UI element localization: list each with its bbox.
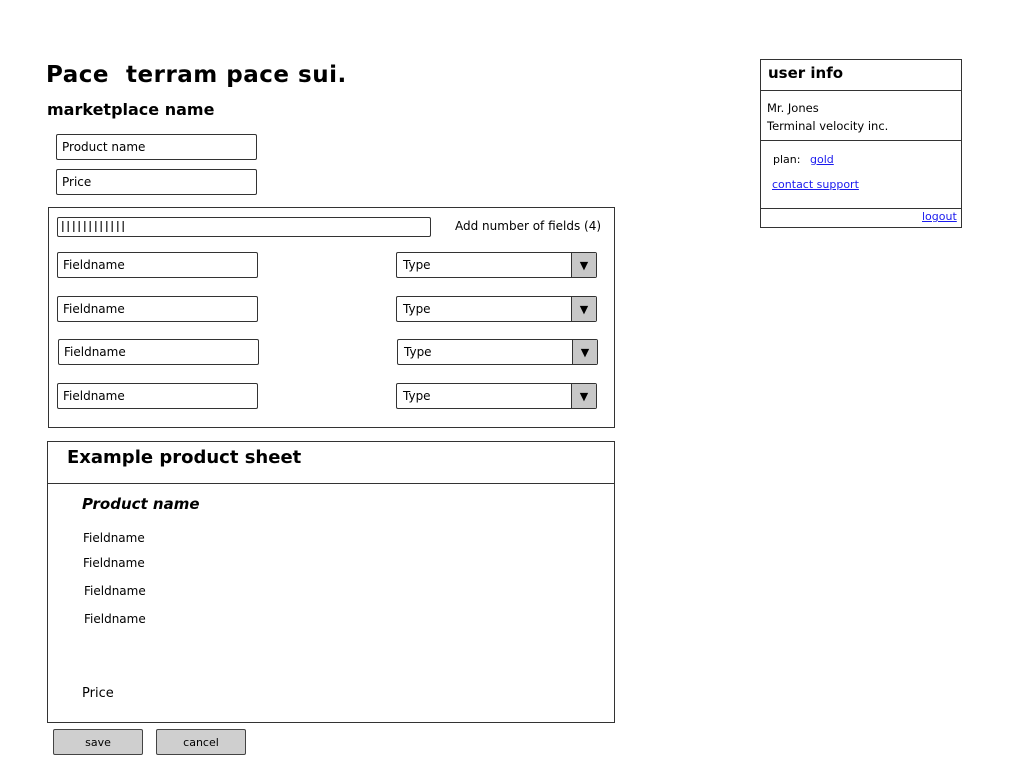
sheet-field: Fieldname	[83, 531, 145, 545]
save-button[interactable]: save	[53, 729, 143, 755]
cancel-button[interactable]: cancel	[156, 729, 246, 755]
price-placeholder: Price	[62, 175, 92, 189]
sheet-field: Fieldname	[83, 556, 145, 570]
fieldname-input-1[interactable]: Fieldname	[57, 252, 258, 278]
user-company: Terminal velocity inc.	[767, 119, 889, 133]
product-sheet-title: Example product sheet	[67, 447, 302, 468]
fieldname-input-3[interactable]: Fieldname	[58, 339, 259, 365]
add-fields-label: Add number of fields (4)	[455, 219, 602, 233]
triangle-down-icon[interactable]: ▼	[571, 384, 596, 408]
type-select-2[interactable]: Type ▼	[396, 296, 597, 322]
triangle-down-icon[interactable]: ▼	[572, 340, 597, 364]
triangle-down-icon[interactable]: ▼	[571, 297, 596, 321]
type-select-3[interactable]: Type ▼	[397, 339, 598, 365]
user-plan-section	[760, 140, 962, 209]
user-name: Mr. Jones	[767, 101, 819, 115]
field-count-slider[interactable]	[57, 217, 431, 237]
type-value: Type	[403, 389, 431, 403]
user-info-title: user info	[768, 64, 844, 82]
logout-link[interactable]: logout	[922, 210, 957, 223]
plan-gold-link[interactable]: gold	[810, 153, 834, 166]
type-select-4[interactable]: Type ▼	[396, 383, 597, 409]
fieldname-input-2[interactable]: Fieldname	[57, 296, 258, 322]
contact-support-link[interactable]: contact support	[772, 178, 859, 191]
sheet-price: Price	[82, 686, 114, 701]
marketplace-name: marketplace name	[47, 100, 215, 119]
fieldname-input-4[interactable]: Fieldname	[57, 383, 258, 409]
sheet-field: Fieldname	[84, 612, 146, 626]
fieldname-placeholder: Fieldname	[63, 258, 125, 272]
triangle-down-icon[interactable]: ▼	[571, 253, 596, 277]
page-title: Pace terram pace sui.	[46, 62, 347, 88]
type-value: Type	[403, 302, 431, 316]
type-value: Type	[403, 258, 431, 272]
type-value: Type	[404, 345, 432, 359]
fieldname-placeholder: Fieldname	[63, 302, 125, 316]
fieldname-placeholder: Fieldname	[63, 389, 125, 403]
product-name-placeholder: Product name	[62, 140, 146, 154]
sheet-field: Fieldname	[84, 584, 146, 598]
price-input[interactable]: Price	[56, 169, 257, 195]
slider-handle[interactable]	[62, 221, 126, 232]
fieldname-placeholder: Fieldname	[64, 345, 126, 359]
product-name-input[interactable]: Product name	[56, 134, 257, 160]
plan-label: plan:	[773, 153, 801, 166]
sheet-product-name: Product name	[82, 495, 200, 513]
type-select-1[interactable]: Type ▼	[396, 252, 597, 278]
